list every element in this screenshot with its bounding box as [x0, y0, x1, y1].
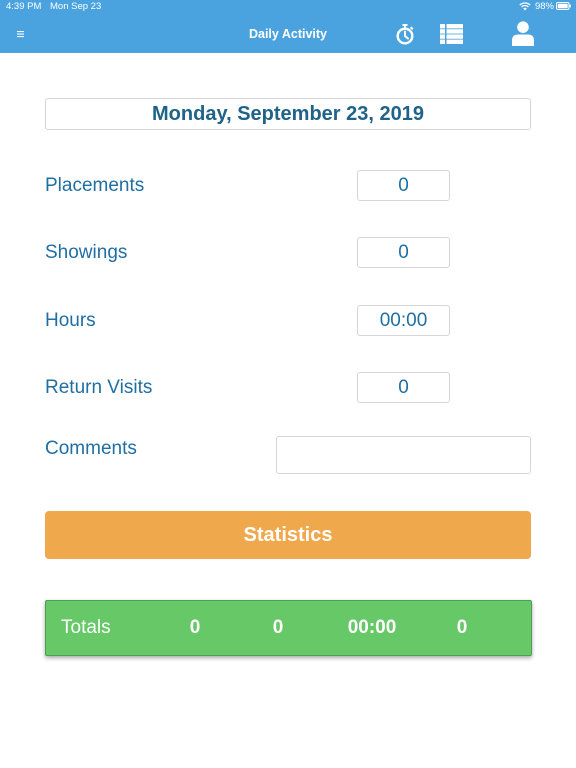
nav-bar: 4:39 PM Mon Sep 23 98% Daily Activity: [0, 0, 576, 53]
totals-placements: 0: [189, 617, 201, 638]
battery-percent: 98%: [534, 1, 554, 12]
showings-label: Showings: [45, 242, 128, 263]
showings-field[interactable]: 0: [357, 237, 450, 268]
placements-field[interactable]: 0: [357, 170, 450, 201]
statistics-button[interactable]: Statistics: [45, 511, 531, 559]
page-title: Daily Activity: [248, 27, 328, 41]
person-icon[interactable]: [512, 21, 534, 46]
hours-label: Hours: [45, 310, 96, 331]
battery-icon: [556, 2, 571, 10]
totals-bar: Totals 0 0 00:00 0: [45, 600, 532, 656]
totals-hours: 00:00: [347, 617, 397, 638]
wifi-icon: [519, 2, 531, 11]
placements-label: Placements: [45, 175, 145, 196]
status-date: Mon Sep 23: [50, 1, 102, 12]
timer-icon[interactable]: [394, 23, 416, 45]
hours-field[interactable]: 00:00: [357, 305, 450, 336]
status-time: 4:39 PM: [6, 1, 42, 12]
return-visits-label: Return Visits: [45, 377, 153, 398]
comments-field[interactable]: [276, 436, 531, 474]
list-icon[interactable]: [440, 24, 463, 44]
comments-label: Comments: [45, 438, 137, 459]
totals-label: Totals: [61, 617, 111, 638]
totals-showings: 0: [272, 617, 284, 638]
date-selector[interactable]: Monday, September 23, 2019: [45, 98, 531, 130]
menu-icon[interactable]: [16, 29, 26, 39]
return-visits-field[interactable]: 0: [357, 372, 450, 403]
app-window: 4:39 PM Mon Sep 23 98% Daily Activity Mo…: [0, 0, 576, 768]
totals-return-visits: 0: [456, 617, 468, 638]
